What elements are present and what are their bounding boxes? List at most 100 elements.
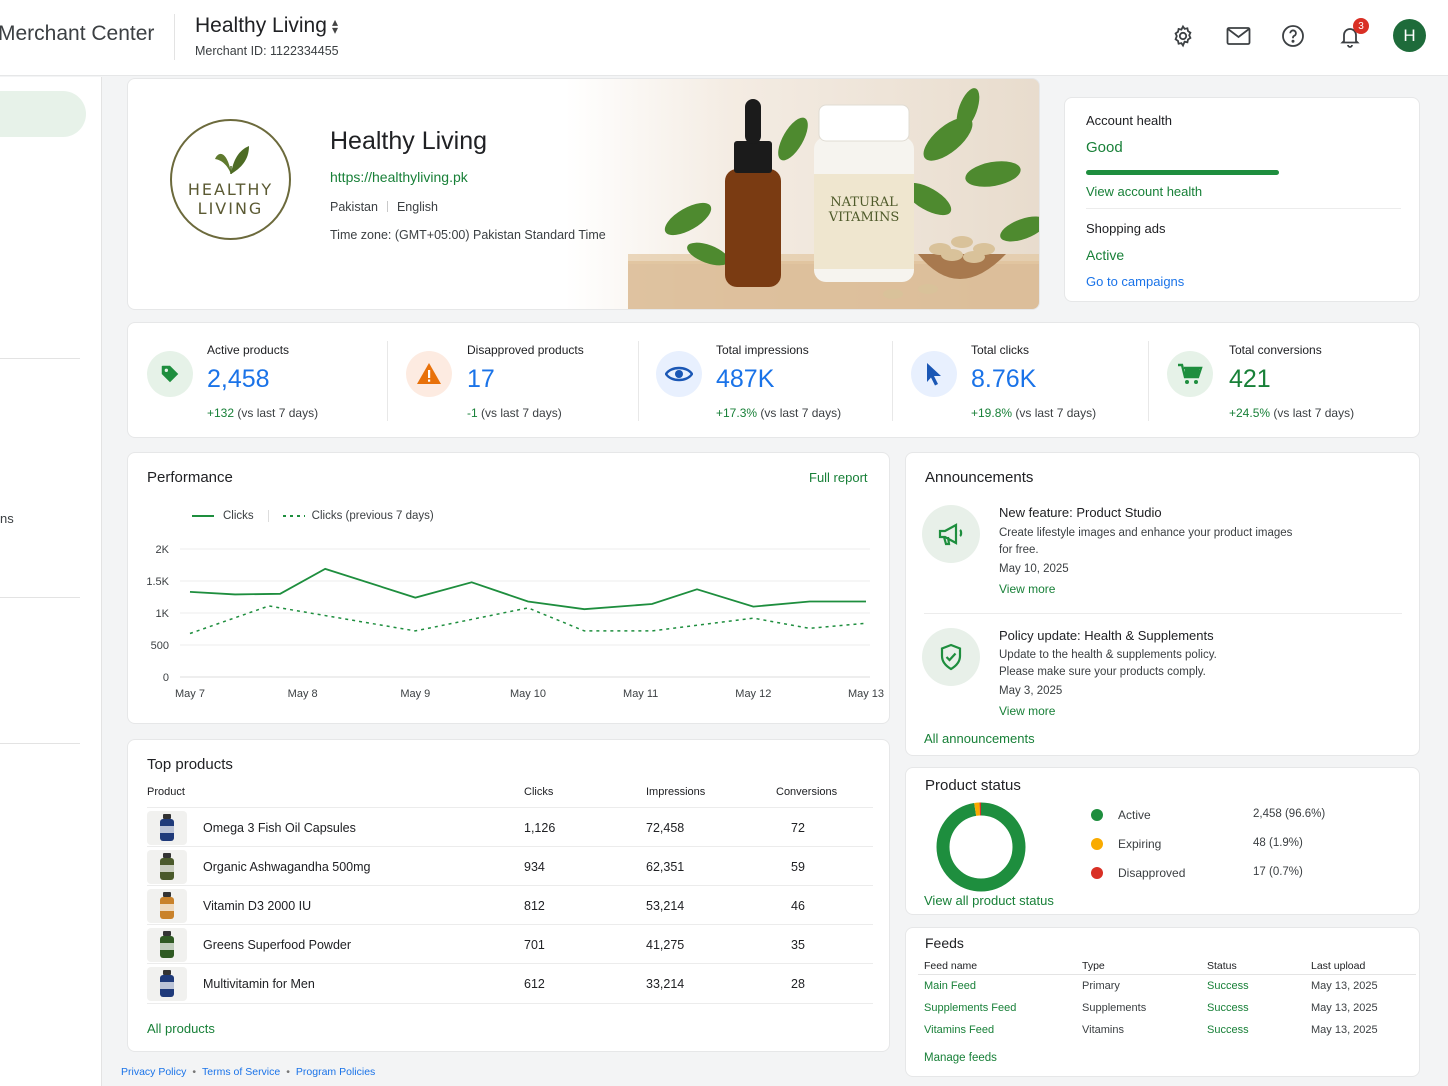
app-title[interactable]: Merchant Center xyxy=(0,22,154,46)
view-account-health-link[interactable]: View account health xyxy=(1086,184,1202,199)
kpi-total-impressions[interactable]: Total impressions 487K +17.3% (vs last 7… xyxy=(656,323,891,439)
kpi-label: Total impressions xyxy=(716,343,809,357)
all-announcements-link[interactable]: All announcements xyxy=(924,731,1035,746)
product-conversions: 35 xyxy=(791,938,805,952)
series-line-1[interactable] xyxy=(189,567,866,611)
view-all-product-status-link[interactable]: View all product status xyxy=(924,893,1054,908)
product-conversions: 59 xyxy=(791,860,805,874)
announcement-view-more-link[interactable]: View more xyxy=(999,704,1055,718)
feed-name[interactable]: Main Feed xyxy=(924,980,976,992)
column-header[interactable]: Feed name xyxy=(924,960,977,972)
kpi-total-conversions[interactable]: Total conversions 421 +24.5% (vs last 7 … xyxy=(1167,323,1407,439)
go-to-campaigns-link[interactable]: Go to campaigns xyxy=(1086,274,1184,289)
shopping-ads-label: Shopping ads xyxy=(1086,221,1166,236)
terms-of-service-link[interactable]: Terms of Service xyxy=(202,1066,280,1078)
all-products-link[interactable]: All products xyxy=(147,1021,215,1036)
account-switcher-caret-icon[interactable]: ▴ ▾ xyxy=(332,16,338,36)
kpi-divider xyxy=(892,341,893,421)
column-header[interactable]: Conversions xyxy=(776,786,837,798)
table-row[interactable]: Omega 3 Fish Oil Capsules 1,126 72,458 72 xyxy=(147,807,873,846)
help-icon[interactable] xyxy=(1279,22,1307,50)
x-tick-label: May 11 xyxy=(623,688,658,700)
announcement-title: New feature: Product Studio xyxy=(999,505,1162,520)
feed-status: Success xyxy=(1207,1002,1249,1014)
kpi-value: 2,458 xyxy=(207,365,270,393)
full-report-link[interactable]: Full report xyxy=(809,470,868,485)
settings-gear-icon[interactable] xyxy=(1169,22,1197,50)
feed-row[interactable]: Supplements Feed Supplements Success May 13… xyxy=(906,1002,1416,1020)
status-value: 2,458 (96.6%) xyxy=(1253,808,1326,820)
feed-name[interactable]: Vitamins Feed xyxy=(924,1024,994,1036)
status-legend-row[interactable]: Disapproved 17 (0.7%) xyxy=(1091,866,1331,882)
kpi-total-clicks[interactable]: Total clicks 8.76K +19.8% (vs last 7 day… xyxy=(911,323,1146,439)
kpi-disapproved-products[interactable]: Disapproved products 17 -1 (vs last 7 da… xyxy=(406,323,636,439)
x-tick-label: May 12 xyxy=(735,688,771,700)
notification-count-badge: 3 xyxy=(1353,18,1369,34)
kpi-value: 8.76K xyxy=(971,365,1037,393)
status-label: Disapproved xyxy=(1118,866,1186,880)
status-legend-row[interactable]: Active 2,458 (96.6%) xyxy=(1091,808,1331,824)
y-tick-label: 500 xyxy=(151,640,169,652)
donut-slice-active[interactable] xyxy=(936,802,1026,892)
announcement-date: May 10, 2025 xyxy=(999,563,1069,575)
kpi-active-products[interactable]: Active products 2,458 +132 (vs last 7 da… xyxy=(147,323,387,439)
table-row[interactable]: Organic Ashwagandha 500mg 934 62,351 59 xyxy=(147,846,873,885)
merchant-id: Merchant ID: 1122334455 xyxy=(195,44,339,58)
business-profile-banner: HEALTHY LIVING Healthy Living https://he… xyxy=(127,78,1040,310)
feed-row[interactable]: Main Feed Primary Success May 13, 2025 xyxy=(906,980,1416,998)
business-url-link[interactable]: https://healthyliving.pk xyxy=(330,169,468,185)
product-name[interactable]: Multivitamin for Men xyxy=(203,977,315,991)
feed-name[interactable]: Supplements Feed xyxy=(924,1002,1016,1014)
business-timezone: Time zone: (GMT+05:00) Pakistan Standard… xyxy=(330,228,606,242)
tag-icon xyxy=(147,351,193,397)
kpi-value: 17 xyxy=(467,365,495,393)
sidebar-item-active[interactable] xyxy=(0,91,86,137)
table-row[interactable]: Vitamin D3 2000 IU 812 53,214 46 xyxy=(147,885,873,924)
status-legend-row[interactable]: Expiring 48 (1.9%) xyxy=(1091,837,1331,853)
series-line-2[interactable] xyxy=(189,605,867,635)
status-label: Expiring xyxy=(1118,837,1162,851)
column-header[interactable]: Impressions xyxy=(646,786,705,798)
announcement-view-more-link[interactable]: View more xyxy=(999,582,1055,596)
product-photo: NATURAL VITAMINS xyxy=(628,88,1039,309)
logo-text-line1: HEALTHY xyxy=(187,179,274,199)
product-name[interactable]: Omega 3 Fish Oil Capsules xyxy=(203,821,356,835)
x-tick-label: May 8 xyxy=(288,688,318,700)
status-value: 48 (1.9%) xyxy=(1253,837,1303,849)
x-tick-label: May 10 xyxy=(510,688,546,700)
program-policies-link[interactable]: Program Policies xyxy=(296,1066,375,1078)
column-header[interactable]: Last upload xyxy=(1311,960,1365,972)
feed-row[interactable]: Vitamins Feed Vitamins Success May 13, 2025 xyxy=(906,1024,1416,1042)
chart-legend: Clicks Clicks (previous 7 days) xyxy=(192,510,434,522)
kpi-delta: +19.8% (vs last 7 days) xyxy=(971,406,1097,420)
footer: Privacy Policy • Terms of Service • Program … xyxy=(121,1066,376,1078)
table-row[interactable]: Greens Superfood Powder 701 41,275 35 xyxy=(147,924,873,963)
user-avatar[interactable]: H xyxy=(1393,19,1426,52)
leaf-icon xyxy=(214,145,249,174)
sidebar-item-label[interactable]: ns xyxy=(0,511,14,526)
table-row[interactable]: Multivitamin for Men 612 33,214 28 xyxy=(147,963,873,1002)
product-name[interactable]: Organic Ashwagandha 500mg xyxy=(203,860,370,874)
product-clicks: 934 xyxy=(524,860,545,874)
feed-type: Primary xyxy=(1082,980,1120,992)
column-header[interactable]: Type xyxy=(1082,960,1105,972)
manage-feeds-link[interactable]: Manage feeds xyxy=(924,1052,997,1064)
privacy-policy-link[interactable]: Privacy Policy xyxy=(121,1066,186,1078)
divider xyxy=(1086,208,1401,209)
status-dot xyxy=(1091,867,1103,879)
y-tick-label: 0 xyxy=(163,672,169,684)
product-name[interactable]: Greens Superfood Powder xyxy=(203,938,351,952)
column-header[interactable]: Clicks xyxy=(524,786,553,798)
account-switcher[interactable]: Healthy Living xyxy=(195,14,327,38)
business-country: Pakistan xyxy=(330,200,378,214)
column-header[interactable]: Product xyxy=(147,786,185,798)
column-header[interactable]: Status xyxy=(1207,960,1237,972)
top-products-card: Top products Product Clicks Impressions … xyxy=(127,739,890,1052)
status-dot xyxy=(1091,838,1103,850)
kpi-delta: +17.3% (vs last 7 days) xyxy=(716,406,842,420)
x-tick-label: May 7 xyxy=(175,688,205,700)
product-name[interactable]: Vitamin D3 2000 IU xyxy=(203,899,311,913)
mail-icon[interactable] xyxy=(1224,22,1252,50)
divider xyxy=(924,613,1402,614)
product-status-title: Product status xyxy=(925,777,1021,794)
